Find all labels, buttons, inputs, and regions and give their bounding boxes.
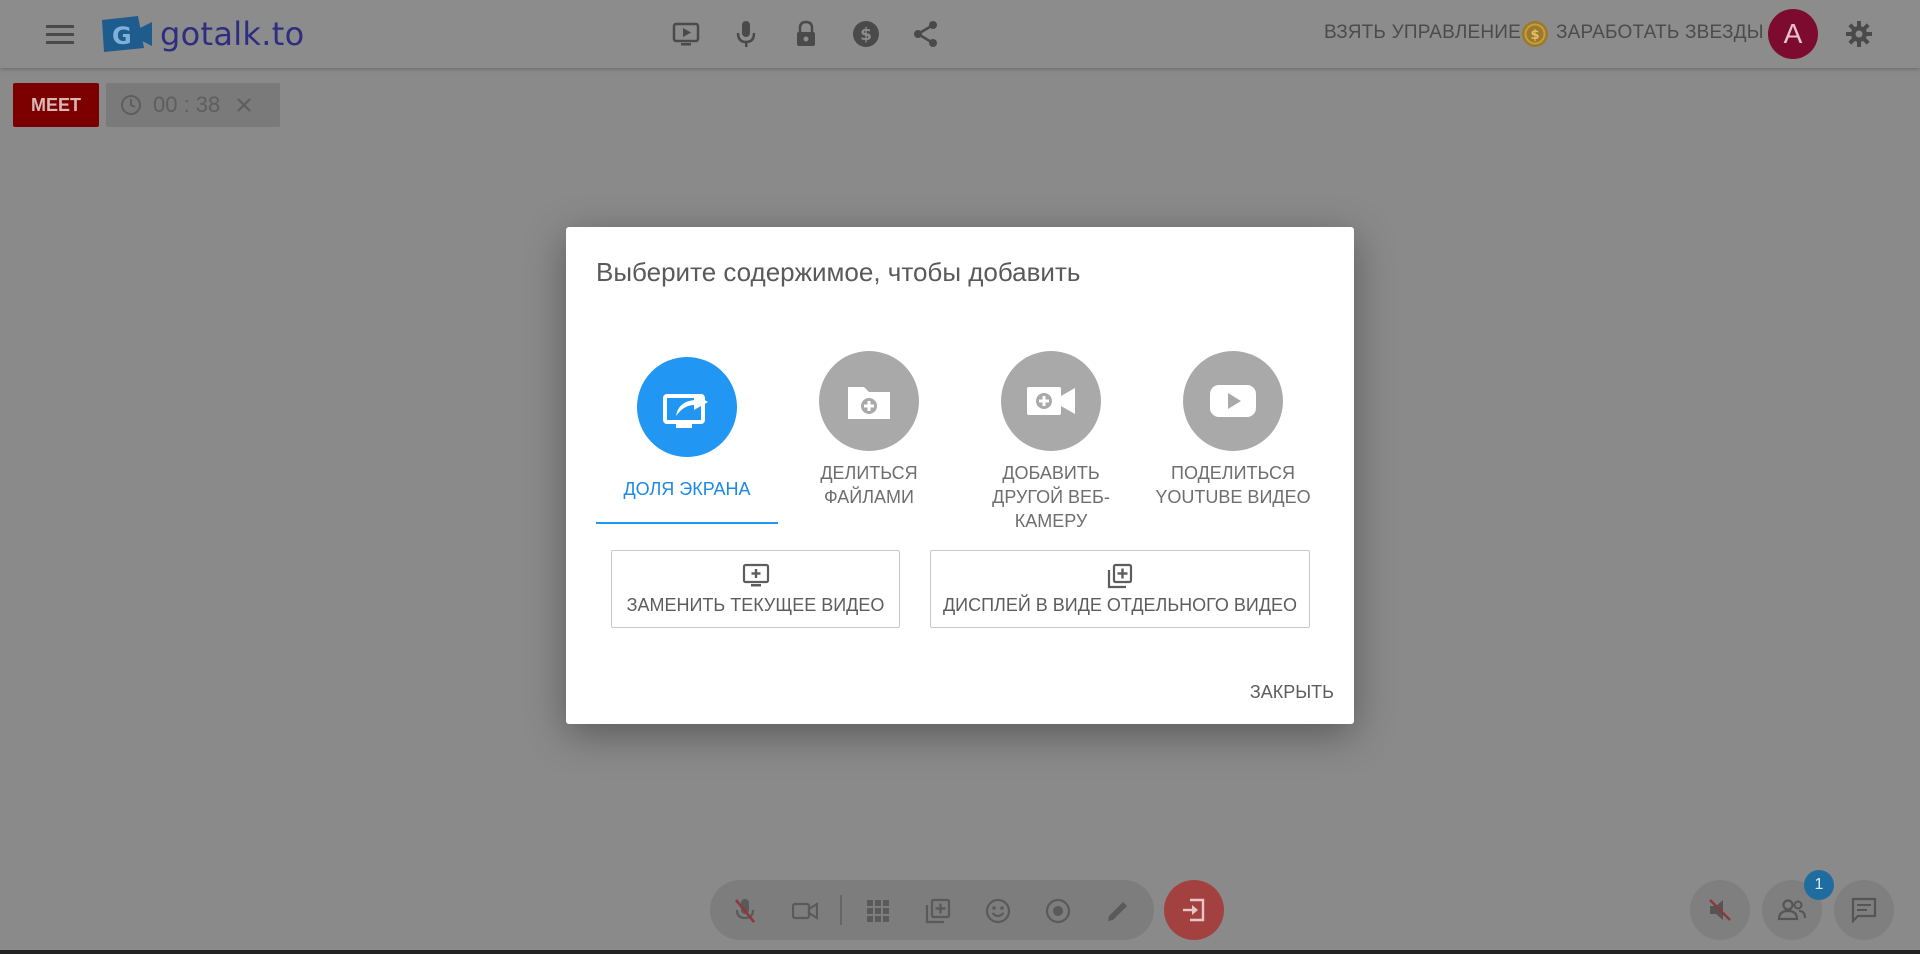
participants-count-badge: 1 bbox=[1804, 870, 1834, 900]
logo-text: gotalk.to bbox=[160, 15, 305, 53]
display-separate-video-button[interactable]: ДИСПЛЕЙ В ВИДЕ ОТДЕЛЬНОГО ВИДЕО bbox=[930, 550, 1310, 628]
chat-icon bbox=[1851, 897, 1877, 923]
tab-share-files[interactable]: Делиться файлами bbox=[778, 351, 960, 509]
meet-badge[interactable]: MEET bbox=[13, 83, 99, 127]
dialog-title: Выберите содержимое, чтобы добавить bbox=[596, 257, 1081, 287]
exit-icon bbox=[1183, 898, 1205, 922]
logo-letter: G bbox=[112, 22, 132, 50]
grid-icon[interactable] bbox=[863, 896, 893, 926]
close-icon[interactable] bbox=[234, 95, 254, 115]
record-icon[interactable] bbox=[1043, 896, 1073, 926]
emoji-icon[interactable] bbox=[983, 896, 1013, 926]
speaker-off-button[interactable] bbox=[1690, 880, 1750, 940]
replace-current-video-button[interactable]: ЗАМЕНИТЬ ТЕКУЩЕЕ ВИДЕО bbox=[611, 550, 900, 628]
folder-add-icon bbox=[819, 351, 919, 451]
dollar-icon[interactable]: $ bbox=[850, 18, 882, 50]
chat-button[interactable] bbox=[1834, 880, 1894, 940]
close-button[interactable]: ЗАКРЫТЬ bbox=[1250, 682, 1334, 703]
tab-label: Доля экрана bbox=[623, 479, 751, 499]
lock-icon[interactable] bbox=[790, 18, 822, 50]
take-control-button[interactable]: ВЗЯТЬ УПРАВЛЕНИЕ bbox=[1324, 22, 1521, 44]
avatar[interactable]: A bbox=[1768, 9, 1818, 59]
share-icon[interactable] bbox=[910, 18, 942, 50]
tab-screen-share[interactable]: Доля экрана bbox=[596, 357, 778, 501]
tab-label: Поделиться YouTube видео bbox=[1155, 463, 1311, 507]
camera-icon[interactable] bbox=[790, 896, 820, 926]
earn-stars-button[interactable]: ЗАРАБОТАТЬ ЗВЕЗДЫ bbox=[1556, 22, 1764, 44]
participants-icon bbox=[1777, 899, 1806, 921]
menu-icon[interactable] bbox=[44, 20, 76, 48]
clock-icon bbox=[119, 93, 143, 117]
tab-add-webcam[interactable]: Добавить другой веб-камеру bbox=[960, 351, 1142, 533]
coin-icon: $ bbox=[1520, 19, 1550, 49]
option-label: ДИСПЛЕЙ В ВИДЕ ОТДЕЛЬНОГО ВИДЕО bbox=[942, 594, 1298, 615]
add-content-dialog: Выберите содержимое, чтобы добавить Доля… bbox=[566, 227, 1354, 724]
logo[interactable]: G gotalk.to bbox=[94, 14, 304, 54]
toolbar-divider bbox=[840, 895, 842, 925]
option-label: ЗАМЕНИТЬ ТЕКУЩЕЕ ВИДЕО bbox=[626, 594, 885, 615]
gear-icon[interactable] bbox=[1843, 18, 1875, 50]
add-content-icon[interactable] bbox=[923, 896, 953, 926]
pencil-icon[interactable] bbox=[1103, 896, 1133, 926]
tab-label: Добавить другой веб-камеру bbox=[992, 463, 1110, 531]
add-layer-icon bbox=[1105, 563, 1135, 589]
youtube-icon bbox=[1183, 351, 1283, 451]
timer-value: 00 : 38 bbox=[153, 92, 221, 117]
microphone-icon[interactable] bbox=[730, 18, 762, 50]
replace-video-icon bbox=[741, 563, 771, 589]
top-bar: G gotalk.to $ ВЗЯТЬ УПРАВЛЕНИЕ $ ЗАРАБОТ… bbox=[0, 0, 1920, 68]
screen-share-icon bbox=[637, 357, 737, 457]
meeting-timer: 00 : 38 bbox=[106, 83, 280, 127]
speaker-off-icon bbox=[1709, 899, 1731, 921]
logo-mark: G bbox=[102, 16, 152, 52]
svg-text:$: $ bbox=[1530, 28, 1539, 43]
microphone-off-icon[interactable] bbox=[730, 896, 760, 926]
tab-youtube[interactable]: Поделиться YouTube видео bbox=[1142, 351, 1324, 509]
bottom-edge bbox=[0, 950, 1920, 954]
active-tab-indicator bbox=[596, 522, 778, 524]
camera-add-icon bbox=[1001, 351, 1101, 451]
present-icon[interactable] bbox=[670, 20, 702, 48]
leave-button[interactable] bbox=[1164, 880, 1224, 940]
svg-text:$: $ bbox=[860, 25, 872, 45]
tab-label: Делиться файлами bbox=[820, 463, 918, 507]
